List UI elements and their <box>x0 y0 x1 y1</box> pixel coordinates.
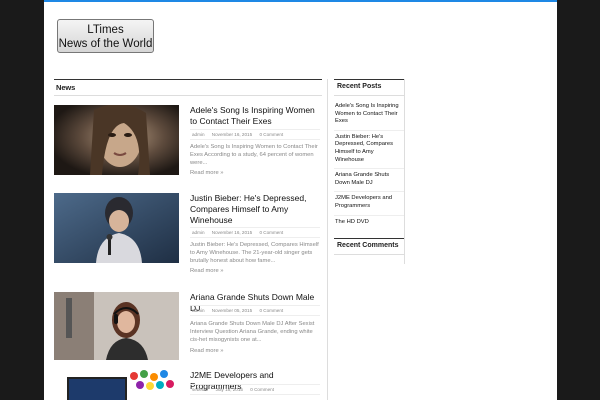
recent-comments-heading: Recent Comments <box>334 238 404 256</box>
read-more-link[interactable]: Read more » <box>190 268 224 274</box>
page: LTimes News of the World News Adele's So… <box>44 0 557 400</box>
post-title[interactable]: Justin Bieber: He's Depressed, Compares … <box>190 193 322 226</box>
post-meta: admin November 16, 2015 0 Comment <box>190 227 320 238</box>
logo-title: LTimes <box>87 24 124 36</box>
post-meta: admin November 05, 2015 0 Comment <box>190 305 320 316</box>
post-author[interactable]: sebetan <box>192 387 208 392</box>
post-thumbnail[interactable] <box>54 370 179 400</box>
recent-post-link[interactable]: Ariana Grande Shuts Down Male DJ <box>334 169 404 193</box>
post-date: November 16, 2015 <box>211 230 253 235</box>
news-section-heading: News <box>54 79 322 96</box>
post-excerpt: Ariana Grande Shuts Down Male DJ After S… <box>190 321 315 344</box>
read-more-link[interactable]: Read more » <box>190 170 224 176</box>
post-excerpt: Justin Bieber: He's Depressed, Compares … <box>190 242 319 265</box>
post-comments[interactable]: 0 Comment <box>259 132 283 137</box>
post-title[interactable]: Adele's Song Is Inspiring Women to Conta… <box>190 105 322 127</box>
ariana-photo-icon <box>54 292 179 360</box>
laptop-apps-icon <box>54 370 179 400</box>
top-accent-bar <box>44 0 557 2</box>
post-date: July 18, 2015 <box>215 387 243 392</box>
post-thumbnail[interactable] <box>54 193 179 263</box>
recent-post-link[interactable]: Adele's Song Is Inspiring Women to Conta… <box>334 100 404 131</box>
post-thumbnail[interactable] <box>54 105 179 175</box>
post-meta: sebetan July 18, 2015 0 Comment <box>190 384 320 395</box>
recent-posts-list: Adele's Song Is Inspiring Women to Conta… <box>334 96 404 230</box>
recent-post-link[interactable]: J2ME Developers and Programmers <box>334 192 404 216</box>
post-comments[interactable]: 0 Comment <box>259 308 283 313</box>
bieber-photo-icon <box>54 193 179 263</box>
post-date: November 16, 2015 <box>211 132 253 137</box>
post-comments[interactable]: 0 Comment <box>250 387 274 392</box>
sidebar: Recent Posts Adele's Song Is Inspiring W… <box>334 79 404 256</box>
post-excerpt: Adele's Song Is Inspiring Women to Conta… <box>190 144 318 167</box>
site-logo[interactable]: LTimes News of the World <box>57 19 154 53</box>
post-author[interactable]: admin <box>192 132 205 137</box>
post-meta: admin November 16, 2015 0 Comment <box>190 129 320 140</box>
post-author[interactable]: admin <box>192 308 205 313</box>
recent-post-link[interactable]: The HD DVD <box>334 216 404 231</box>
adele-photo-icon <box>54 105 179 175</box>
post-date: November 05, 2015 <box>211 308 253 313</box>
logo-tagline: News of the World <box>58 38 153 50</box>
post-comments[interactable]: 0 Comment <box>259 230 283 235</box>
recent-posts-heading: Recent Posts <box>334 79 404 96</box>
post-thumbnail[interactable] <box>54 292 179 362</box>
post-author[interactable]: admin <box>192 230 205 235</box>
read-more-link[interactable]: Read more » <box>190 348 224 354</box>
recent-post-link[interactable]: Justin Bieber: He's Depressed, Compares … <box>334 131 404 170</box>
content-divider <box>327 79 328 400</box>
sidebar-divider <box>404 79 405 264</box>
